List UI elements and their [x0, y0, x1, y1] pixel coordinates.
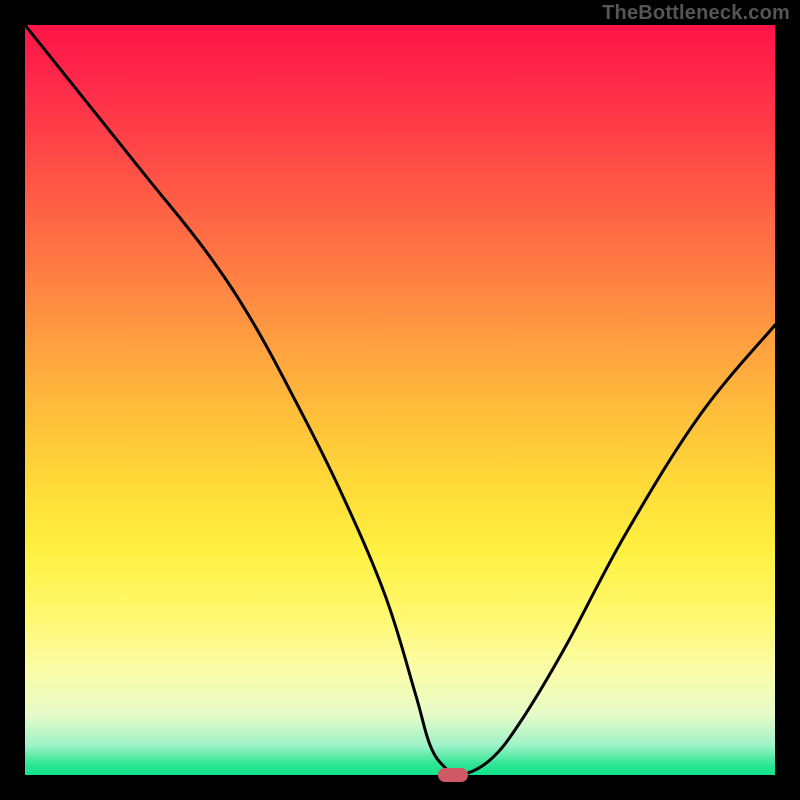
optimum-marker	[438, 768, 468, 782]
plot-area	[25, 25, 775, 775]
chart-frame: TheBottleneck.com	[0, 0, 800, 800]
bottleneck-curve	[25, 25, 775, 775]
watermark-text: TheBottleneck.com	[602, 2, 790, 25]
curve-svg	[25, 25, 775, 775]
